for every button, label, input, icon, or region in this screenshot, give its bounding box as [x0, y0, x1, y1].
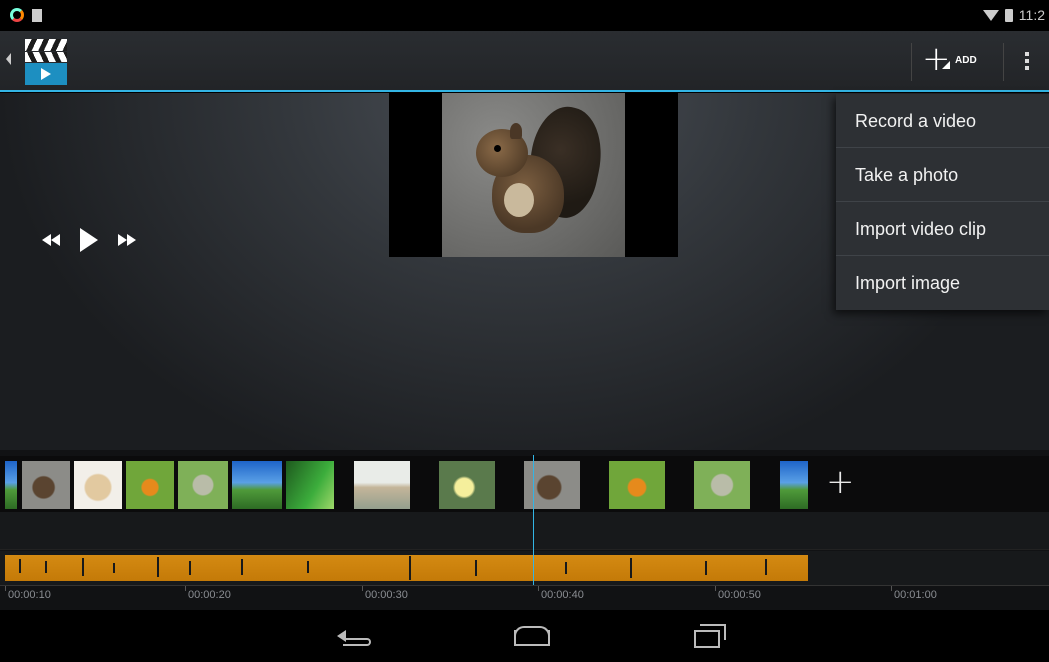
play-triangle-icon: [41, 68, 51, 80]
clip-thumbnail[interactable]: [694, 461, 750, 509]
squirrel-eye: [494, 145, 501, 152]
overflow-dot: [1025, 59, 1029, 63]
clapperboard-play-icon[interactable]: [22, 39, 70, 87]
home-body: [514, 630, 550, 646]
squirrel-belly: [504, 183, 534, 217]
clip-thumbnail[interactable]: [609, 461, 665, 509]
waveform-notch: [705, 561, 707, 575]
status-bar: 11:2: [0, 0, 1049, 31]
waveform-notch: [475, 560, 477, 576]
action-bar: + ADD: [0, 31, 1049, 92]
ruler-tick: [538, 586, 539, 591]
waveform-notch: [113, 563, 115, 573]
ruler-label: 00:00:50: [718, 589, 761, 601]
waveform-notch: [189, 561, 191, 575]
squirrel-ear: [510, 123, 522, 139]
overlay-track[interactable]: [0, 512, 1049, 550]
ruler-tick: [715, 586, 716, 591]
system-status-area: 11:2: [982, 7, 1045, 23]
back-arrow-shaft: [343, 638, 371, 646]
plus-icon[interactable]: +: [826, 462, 855, 502]
dropdown-corner-icon: [942, 61, 950, 69]
app-notification-icon: [10, 8, 24, 22]
clip-thumbnail[interactable]: [74, 461, 122, 509]
clip-thumbnail[interactable]: [232, 461, 282, 509]
battery-icon: [1004, 8, 1013, 22]
waveform-notch: [765, 559, 767, 575]
video-track[interactable]: +: [0, 456, 1049, 512]
ruler-tick: [5, 586, 6, 591]
waveform-notch: [157, 557, 159, 577]
play-icon[interactable]: [80, 228, 98, 252]
ruler-label: 00:00:30: [365, 589, 408, 601]
action-divider: [1003, 43, 1004, 81]
clip-thumbnail[interactable]: [780, 461, 808, 509]
home-icon[interactable]: [512, 626, 552, 648]
clip-thumbnail[interactable]: [126, 461, 174, 509]
waveform-notch: [630, 558, 632, 578]
waveform-notch: [19, 559, 21, 573]
waveform-notch: [45, 561, 47, 573]
rewind-icon[interactable]: [42, 234, 60, 246]
add-media-menu: Record a video Take a photo Import video…: [836, 94, 1049, 310]
squirrel-photo: [442, 93, 625, 257]
fast-forward-icon[interactable]: [118, 234, 136, 246]
ruler-tick: [185, 586, 186, 591]
playback-controls: [42, 228, 136, 252]
clock: 11:2: [1018, 7, 1045, 23]
waveform-notch: [307, 561, 309, 573]
overflow-dot: [1025, 66, 1029, 70]
ruler-tick: [362, 586, 363, 591]
recents-icon[interactable]: [692, 624, 728, 650]
ruler-label: 00:00:10: [8, 589, 51, 601]
ruler-label: 00:00:20: [188, 589, 231, 601]
navigation-bar: [0, 610, 1049, 662]
clip-thumbnail[interactable]: [178, 461, 228, 509]
video-preview[interactable]: [389, 93, 678, 257]
waveform-notch: [565, 562, 567, 574]
waveform-notch: [409, 556, 411, 580]
menu-item-record-video[interactable]: Record a video: [836, 94, 1049, 148]
add-media-button[interactable]: + ADD: [912, 31, 1002, 92]
timeline: + 00:00:10 00:00:20 00:00:30 00:00:40 00…: [0, 450, 1049, 610]
clip-thumbnail[interactable]: [5, 461, 17, 509]
ruler-label: 00:01:00: [894, 589, 937, 601]
waveform-notch: [241, 559, 243, 575]
playhead[interactable]: [533, 455, 534, 585]
menu-item-import-image[interactable]: Import image: [836, 256, 1049, 310]
menu-item-take-photo[interactable]: Take a photo: [836, 148, 1049, 202]
waveform-notch: [82, 558, 84, 576]
add-label: ADD: [955, 55, 977, 66]
clapper-band: [25, 52, 67, 62]
clapper-stick: [25, 39, 67, 51]
overflow-dot: [1025, 52, 1029, 56]
ruler-tick: [891, 586, 892, 591]
time-ruler[interactable]: 00:00:10 00:00:20 00:00:30 00:00:40 00:0…: [0, 585, 1049, 610]
overflow-menu-icon[interactable]: [1012, 31, 1049, 92]
storage-icon: [32, 8, 42, 22]
wifi-icon: [982, 9, 999, 21]
notification-area: [10, 8, 42, 22]
back-icon[interactable]: [337, 628, 373, 648]
plus-icon: +: [922, 39, 951, 79]
recents-front-card: [694, 630, 720, 648]
menu-item-import-video-clip[interactable]: Import video clip: [836, 202, 1049, 256]
clip-thumbnail[interactable]: [22, 461, 70, 509]
up-navigation-icon[interactable]: [6, 53, 11, 65]
clip-thumbnail[interactable]: [286, 461, 334, 509]
ruler-label: 00:00:40: [541, 589, 584, 601]
clip-thumbnail[interactable]: [354, 461, 410, 509]
back-arrow-head: [337, 630, 346, 642]
audio-waveform[interactable]: [5, 555, 808, 581]
clip-thumbnail[interactable]: [439, 461, 495, 509]
audio-track[interactable]: [0, 551, 1049, 585]
